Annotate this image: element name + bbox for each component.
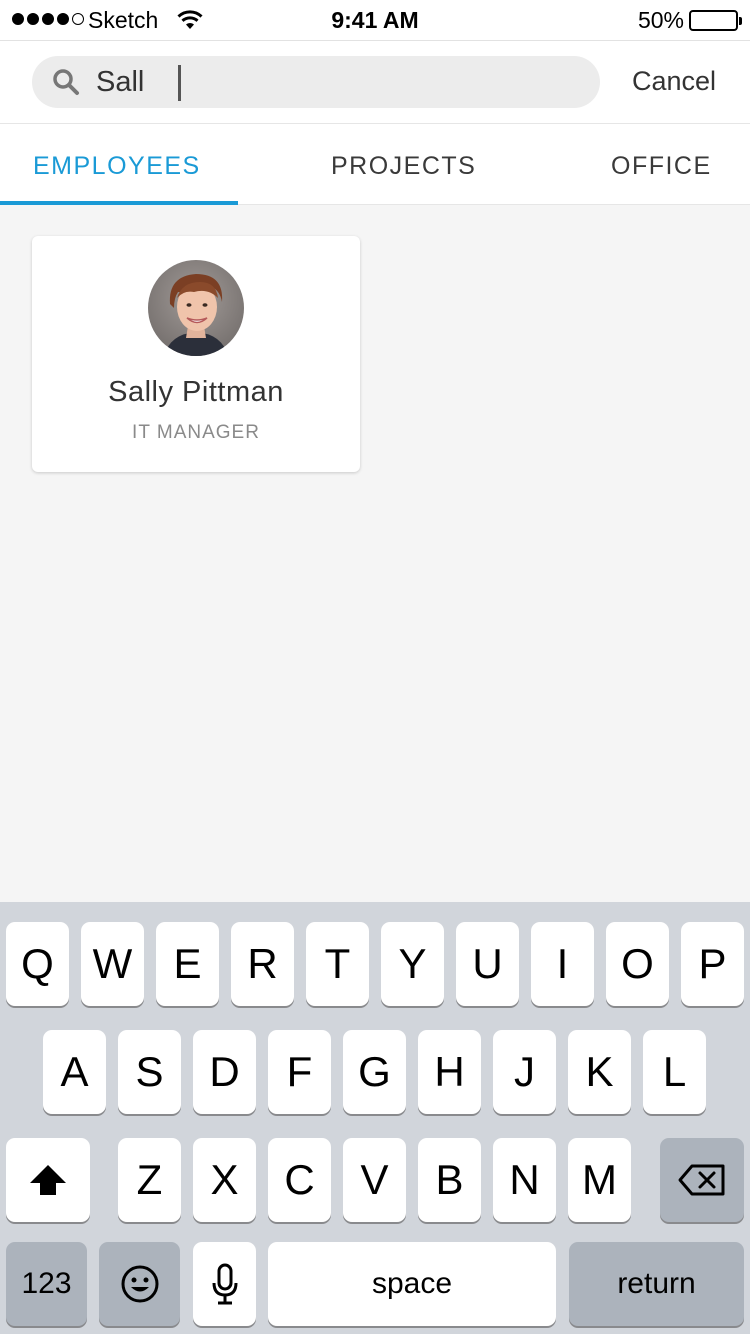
key-a[interactable]: A xyxy=(43,1030,106,1114)
key-t[interactable]: T xyxy=(306,922,369,1006)
microphone-icon xyxy=(212,1263,237,1305)
battery-icon xyxy=(689,10,742,31)
key-u[interactable]: U xyxy=(456,922,519,1006)
key-r[interactable]: R xyxy=(231,922,294,1006)
shift-key[interactable] xyxy=(6,1138,90,1222)
key-d[interactable]: D xyxy=(193,1030,256,1114)
battery-percent: 50% xyxy=(637,7,684,33)
status-bar: Sketch 9:41 AM 50% xyxy=(0,0,750,40)
key-v[interactable]: V xyxy=(343,1138,406,1222)
emoji-icon xyxy=(121,1265,158,1303)
space-key[interactable]: space xyxy=(268,1242,556,1326)
key-x[interactable]: X xyxy=(193,1138,256,1222)
key-y[interactable]: Y xyxy=(381,922,444,1006)
key-k[interactable]: K xyxy=(568,1030,631,1114)
key-o[interactable]: O xyxy=(606,922,669,1006)
delete-key[interactable] xyxy=(660,1138,744,1222)
key-p[interactable]: P xyxy=(681,922,744,1006)
delete-icon xyxy=(678,1164,725,1196)
key-w[interactable]: W xyxy=(81,922,144,1006)
search-header: Cancel xyxy=(0,40,750,124)
key-n[interactable]: N xyxy=(493,1138,556,1222)
tab-office[interactable]: OFFICE xyxy=(611,152,712,181)
cancel-button[interactable]: Cancel xyxy=(632,66,716,97)
key-m[interactable]: M xyxy=(568,1138,631,1222)
keyboard: Q W E R T Y U I O P A S D F G H J K L Z … xyxy=(0,902,750,1334)
key-b[interactable]: B xyxy=(418,1138,481,1222)
numbers-key[interactable]: 123 xyxy=(6,1242,87,1326)
key-g[interactable]: G xyxy=(343,1030,406,1114)
key-j[interactable]: J xyxy=(493,1030,556,1114)
tab-employees[interactable]: EMPLOYEES xyxy=(33,152,201,181)
tab-bar: EMPLOYEES PROJECTS OFFICE xyxy=(0,124,750,205)
key-f[interactable]: F xyxy=(268,1030,331,1114)
microphone-key[interactable] xyxy=(193,1242,256,1326)
text-cursor xyxy=(178,65,181,101)
return-key[interactable]: return xyxy=(569,1242,744,1326)
key-e[interactable]: E xyxy=(156,922,219,1006)
key-l[interactable]: L xyxy=(643,1030,706,1114)
shift-icon xyxy=(30,1165,66,1195)
search-icon xyxy=(52,68,80,101)
key-z[interactable]: Z xyxy=(118,1138,181,1222)
search-input[interactable] xyxy=(96,64,576,100)
key-s[interactable]: S xyxy=(118,1030,181,1114)
key-h[interactable]: H xyxy=(418,1030,481,1114)
tab-projects[interactable]: PROJECTS xyxy=(331,152,476,181)
search-results: Sally Pittman IT MANAGER xyxy=(0,205,750,902)
key-i[interactable]: I xyxy=(531,922,594,1006)
emoji-key[interactable] xyxy=(99,1242,180,1326)
employee-name: Sally Pittman xyxy=(108,376,284,408)
search-bar[interactable] xyxy=(32,56,600,108)
employee-card[interactable]: Sally Pittman IT MANAGER xyxy=(32,236,360,472)
key-q[interactable]: Q xyxy=(6,922,69,1006)
employee-title: IT MANAGER xyxy=(132,422,260,443)
avatar xyxy=(148,260,244,356)
key-c[interactable]: C xyxy=(268,1138,331,1222)
